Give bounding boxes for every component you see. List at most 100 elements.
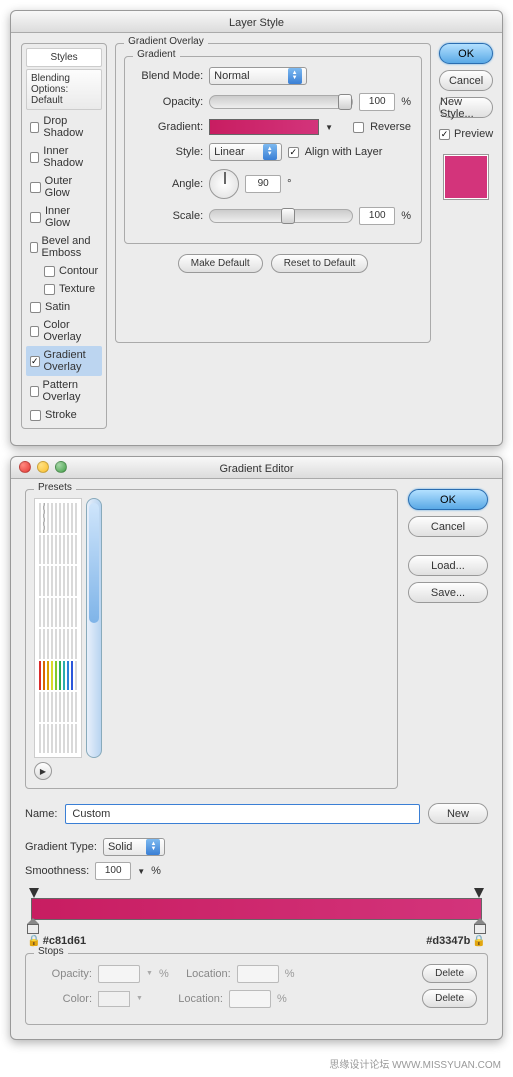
cancel-button[interactable]: Cancel [408,516,488,537]
checkbox[interactable] [30,386,39,397]
preset-swatch[interactable] [71,661,73,691]
style-item-outer-glow[interactable]: Outer Glow [26,172,102,202]
delete-opacity-stop-button[interactable]: Delete [422,964,477,983]
name-input[interactable] [65,804,420,824]
preset-swatch[interactable] [43,692,45,722]
angle-input[interactable]: 90 [245,175,281,193]
stop-location-input[interactable] [237,965,279,983]
preset-swatch[interactable] [47,566,49,596]
preset-swatch[interactable] [55,503,57,533]
preset-swatch[interactable] [71,598,73,628]
preset-swatch[interactable] [59,503,61,533]
preset-swatch[interactable] [39,661,41,691]
preset-swatch[interactable] [55,661,57,691]
checkbox[interactable] [30,182,41,193]
preset-swatch[interactable] [47,724,49,754]
preset-swatch[interactable] [63,724,65,754]
preset-swatch[interactable] [43,566,45,596]
preset-swatch[interactable] [51,629,53,659]
opacity-stop-left[interactable] [29,888,39,898]
style-item-stroke[interactable]: Stroke [26,406,102,424]
preset-swatch[interactable] [59,535,61,565]
make-default-button[interactable]: Make Default [178,254,263,273]
checkbox[interactable] [30,242,38,253]
preset-swatch[interactable] [63,598,65,628]
style-item-gradient-overlay[interactable]: Gradient Overlay [26,346,102,376]
preset-swatch[interactable] [39,566,41,596]
preset-swatch[interactable] [51,661,53,691]
checkbox[interactable] [30,212,41,223]
preset-swatch[interactable] [39,598,41,628]
preset-swatch[interactable] [59,724,61,754]
preset-swatch[interactable] [71,566,73,596]
gradient-swatch[interactable] [209,119,319,135]
preset-swatch[interactable] [43,503,45,533]
preset-swatch[interactable] [71,535,73,565]
gradient-bar[interactable] [25,888,488,930]
color-stop-left[interactable] [27,918,39,932]
blending-options[interactable]: Blending Options: Default [26,69,102,110]
preset-swatch[interactable] [67,692,69,722]
preset-swatch[interactable] [75,692,77,722]
preset-swatch[interactable] [59,566,61,596]
styles-header[interactable]: Styles [26,48,102,67]
preset-swatch[interactable] [67,598,69,628]
style-item-inner-glow[interactable]: Inner Glow [26,202,102,232]
style-item-contour[interactable]: Contour [26,262,102,280]
checkbox[interactable] [30,152,39,163]
preset-swatch[interactable] [43,629,45,659]
style-item-bevel-and-emboss[interactable]: Bevel and Emboss [26,232,102,262]
preset-swatch[interactable] [51,692,53,722]
blend-mode-select[interactable]: Normal▲▼ [209,67,306,85]
preset-swatch[interactable] [55,692,57,722]
stop-color-swatch[interactable] [98,991,130,1007]
preset-swatch[interactable] [71,629,73,659]
preset-swatch[interactable] [67,535,69,565]
preset-swatch[interactable] [55,566,57,596]
preset-swatch[interactable] [67,503,69,533]
preset-swatch[interactable] [39,503,41,533]
preset-swatch[interactable] [43,724,45,754]
scale-slider[interactable] [209,209,353,223]
preset-swatch[interactable] [51,724,53,754]
preset-swatch[interactable] [59,598,61,628]
preset-swatch[interactable] [71,724,73,754]
reset-default-button[interactable]: Reset to Default [271,254,369,273]
preset-swatch[interactable] [67,724,69,754]
style-item-drop-shadow[interactable]: Drop Shadow [26,112,102,142]
preset-swatch[interactable] [63,535,65,565]
preset-swatch[interactable] [39,724,41,754]
minimize-icon[interactable] [37,461,49,473]
preset-swatch[interactable] [47,629,49,659]
checkbox[interactable] [30,356,40,367]
new-button[interactable]: New [428,803,488,824]
preset-swatch[interactable] [63,692,65,722]
preset-swatch[interactable] [67,661,69,691]
preset-swatch[interactable] [51,503,53,533]
preset-swatch[interactable] [63,566,65,596]
delete-color-stop-button[interactable]: Delete [422,989,477,1008]
opacity-input[interactable]: 100 [359,93,395,111]
new-style-button[interactable]: New Style... [439,97,493,118]
preset-swatch[interactable] [63,503,65,533]
ok-button[interactable]: OK [439,43,493,64]
save-button[interactable]: Save... [408,582,488,603]
gradient-type-select[interactable]: Solid▲▼ [103,838,165,856]
reverse-checkbox[interactable] [353,122,364,133]
preset-swatch[interactable] [43,661,45,691]
stop-location-input2[interactable] [229,990,271,1008]
scale-input[interactable]: 100 [359,207,395,225]
chevron-down-icon[interactable]: ▼ [137,867,145,876]
style-item-texture[interactable]: Texture [26,280,102,298]
preset-swatch[interactable] [51,566,53,596]
preset-swatch[interactable] [39,629,41,659]
preset-swatch[interactable] [75,629,77,659]
angle-dial[interactable] [209,169,239,199]
preset-swatch[interactable] [75,598,77,628]
chevron-down-icon[interactable]: ▼ [325,123,333,132]
preset-swatch[interactable] [43,598,45,628]
style-item-pattern-overlay[interactable]: Pattern Overlay [26,376,102,406]
checkbox[interactable] [30,410,41,421]
checkbox[interactable] [30,122,39,133]
style-item-color-overlay[interactable]: Color Overlay [26,316,102,346]
